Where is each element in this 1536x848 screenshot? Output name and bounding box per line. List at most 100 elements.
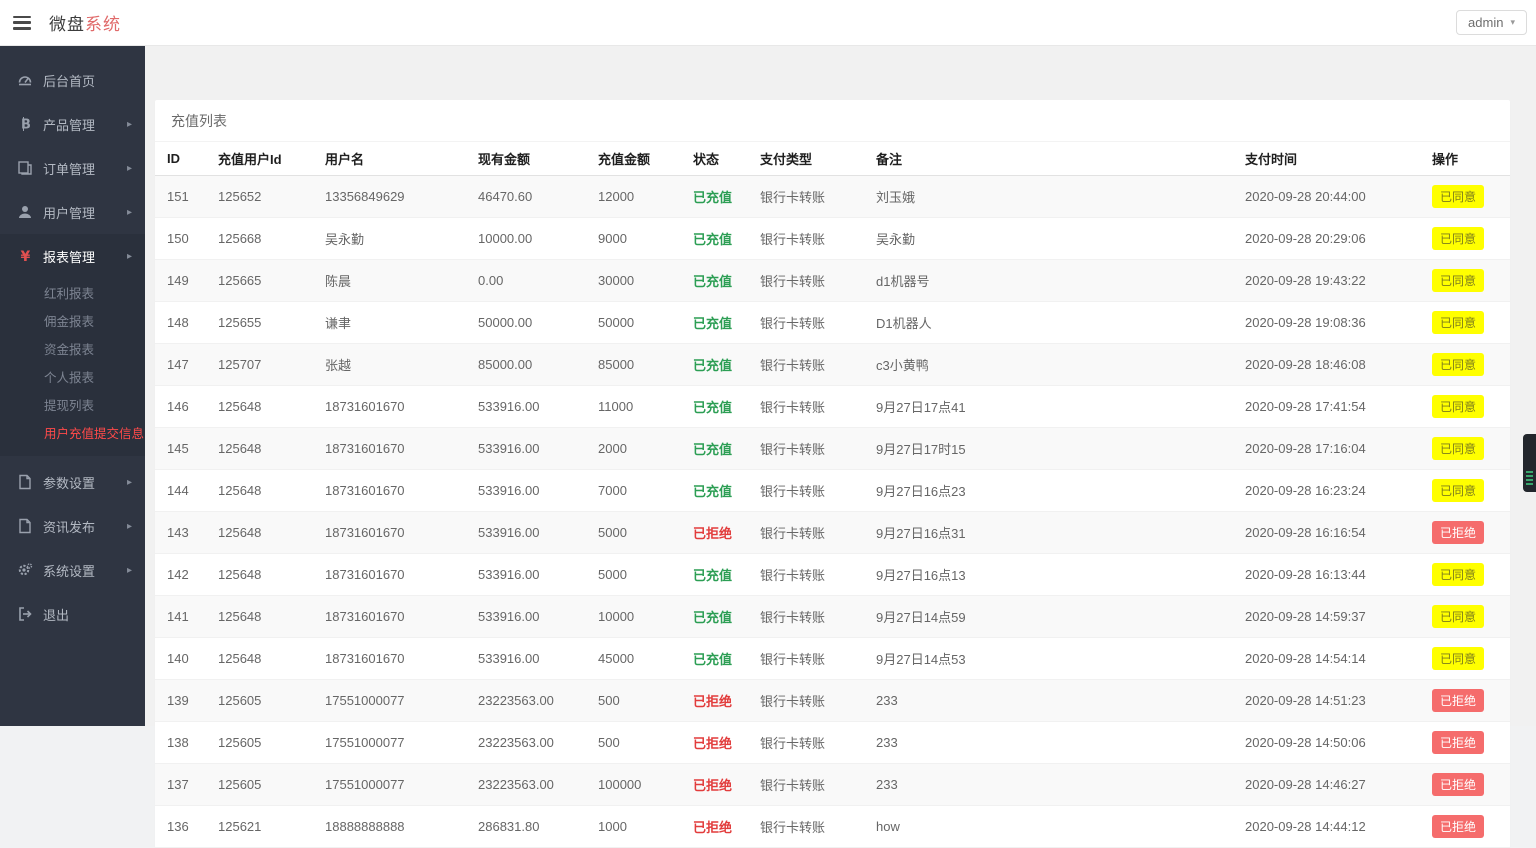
cell-action: 已同意 <box>1420 428 1510 470</box>
cell-amount: 5000 <box>586 554 681 596</box>
recharge-card: 充值列表 ID充值用户Id用户名现有金额充值金额状态支付类型备注支付时间操作 1… <box>155 100 1510 848</box>
sidebar-item-logout[interactable]: 退出 <box>0 592 145 636</box>
cell-pay_time: 2020-09-28 16:13:44 <box>1233 554 1420 596</box>
cell-pay_type: 银行卡转账 <box>748 260 864 302</box>
action-button[interactable]: 已同意 <box>1432 269 1484 292</box>
status-badge: 已充值 <box>693 652 732 667</box>
cell-pay_time: 2020-09-28 20:44:00 <box>1233 176 1420 218</box>
action-button[interactable]: 已拒绝 <box>1432 731 1484 754</box>
sidebar-item-reports[interactable]: ¥报表管理▸ <box>0 234 145 278</box>
sidebar-group-reports: ¥报表管理▸红利报表佣金报表资金报表个人报表提现列表用户充值提交信息 <box>0 234 145 456</box>
status-badge: 已拒绝 <box>693 736 732 751</box>
cell-user_id: 125665 <box>206 260 313 302</box>
cell-pay_time: 2020-09-28 14:54:14 <box>1233 638 1420 680</box>
cell-remark: 9月27日16点13 <box>864 554 1233 596</box>
cell-status: 已充值 <box>681 344 748 386</box>
sidebar-item-users[interactable]: 用户管理▸ <box>0 190 145 234</box>
cell-status: 已充值 <box>681 428 748 470</box>
cell-balance: 533916.00 <box>466 554 586 596</box>
submenu-item-user-recharge-info[interactable]: 用户充值提交信息 <box>0 418 145 446</box>
cell-remark: D1机器人 <box>864 302 1233 344</box>
cell-username: 18731601670 <box>313 512 466 554</box>
column-header-amount: 充值金额 <box>586 142 681 176</box>
cell-amount: 10000 <box>586 596 681 638</box>
action-button[interactable]: 已拒绝 <box>1432 689 1484 712</box>
submenu-item-commission-report[interactable]: 佣金报表 <box>0 306 145 334</box>
sidebar-item-params[interactable]: 参数设置▸ <box>0 460 145 504</box>
cell-pay_type: 银行卡转账 <box>748 596 864 638</box>
cell-pay_time: 2020-09-28 17:16:04 <box>1233 428 1420 470</box>
cell-remark: how <box>864 806 1233 848</box>
floating-side-widget[interactable] <box>1523 434 1536 492</box>
sidebar-item-orders[interactable]: 订单管理▸ <box>0 146 145 190</box>
column-header-pay_type: 支付类型 <box>748 142 864 176</box>
chevron-right-icon: ▸ <box>127 521 132 532</box>
caret-down-icon: ▾ <box>1510 17 1515 28</box>
user-dropdown[interactable]: admin ▾ <box>1456 10 1527 35</box>
cell-pay_type: 银行卡转账 <box>748 218 864 260</box>
action-button[interactable]: 已拒绝 <box>1432 521 1484 544</box>
cell-pay_type: 银行卡转账 <box>748 722 864 764</box>
submenu-item-withdraw-list[interactable]: 提现列表 <box>0 390 145 418</box>
cell-amount: 100000 <box>586 764 681 806</box>
menu-toggle-icon[interactable] <box>13 16 31 30</box>
cell-action: 已同意 <box>1420 638 1510 680</box>
table-row: 14112564818731601670533916.0010000已充值银行卡… <box>155 596 1510 638</box>
submenu-item-bonus-report[interactable]: 红利报表 <box>0 278 145 306</box>
table-row: 14312564818731601670533916.005000已拒绝银行卡转… <box>155 512 1510 554</box>
cell-pay_time: 2020-09-28 19:43:22 <box>1233 260 1420 302</box>
action-button[interactable]: 已同意 <box>1432 395 1484 418</box>
action-button[interactable]: 已同意 <box>1432 479 1484 502</box>
cell-status: 已充值 <box>681 470 748 512</box>
cell-pay_time: 2020-09-28 17:41:54 <box>1233 386 1420 428</box>
column-header-action: 操作 <box>1420 142 1510 176</box>
cell-user_id: 125648 <box>206 428 313 470</box>
cell-username: 张越 <box>313 344 466 386</box>
table-row: 150125668吴永勤10000.009000已充值银行卡转账吴永勤2020-… <box>155 218 1510 260</box>
submenu-item-funds-report[interactable]: 资金报表 <box>0 334 145 362</box>
cell-id: 144 <box>155 470 206 512</box>
cell-status: 已充值 <box>681 638 748 680</box>
action-button[interactable]: 已同意 <box>1432 437 1484 460</box>
cell-id: 148 <box>155 302 206 344</box>
cell-id: 136 <box>155 806 206 848</box>
cell-balance: 46470.60 <box>466 176 586 218</box>
action-button[interactable]: 已同意 <box>1432 353 1484 376</box>
cell-pay_time: 2020-09-28 14:46:27 <box>1233 764 1420 806</box>
cell-amount: 2000 <box>586 428 681 470</box>
user-icon <box>17 204 33 220</box>
action-button[interactable]: 已同意 <box>1432 227 1484 250</box>
status-badge: 已拒绝 <box>693 694 732 709</box>
sidebar-item-dashboard[interactable]: 后台首页 <box>0 58 145 102</box>
action-button[interactable]: 已同意 <box>1432 647 1484 670</box>
cell-user_id: 125655 <box>206 302 313 344</box>
chevron-right-icon: ▸ <box>127 565 132 576</box>
cell-id: 142 <box>155 554 206 596</box>
status-badge: 已充值 <box>693 274 732 289</box>
cell-action: 已拒绝 <box>1420 680 1510 722</box>
action-button[interactable]: 已同意 <box>1432 563 1484 586</box>
action-button[interactable]: 已同意 <box>1432 311 1484 334</box>
sidebar-item-products[interactable]: B产品管理▸ <box>0 102 145 146</box>
action-button[interactable]: 已同意 <box>1432 605 1484 628</box>
cell-username: 18731601670 <box>313 428 466 470</box>
cell-action: 已同意 <box>1420 596 1510 638</box>
action-button[interactable]: 已拒绝 <box>1432 773 1484 796</box>
table-row: 14612564818731601670533916.0011000已充值银行卡… <box>155 386 1510 428</box>
column-header-remark: 备注 <box>864 142 1233 176</box>
cell-username: 18731601670 <box>313 386 466 428</box>
table-row: 148125655谦聿50000.0050000已充值银行卡转账D1机器人202… <box>155 302 1510 344</box>
submenu-item-personal-report[interactable]: 个人报表 <box>0 362 145 390</box>
cell-remark: 9月27日14点59 <box>864 596 1233 638</box>
action-button[interactable]: 已拒绝 <box>1432 815 1484 838</box>
cell-balance: 533916.00 <box>466 512 586 554</box>
cell-balance: 50000.00 <box>466 302 586 344</box>
action-button[interactable]: 已同意 <box>1432 185 1484 208</box>
cell-username: 18731601670 <box>313 638 466 680</box>
sidebar-item-settings[interactable]: 系统设置 ▸ <box>0 548 145 592</box>
sidebar-item-news[interactable]: 资讯发布▸ <box>0 504 145 548</box>
cell-user_id: 125648 <box>206 638 313 680</box>
sidebar-item-label: 系统设置 <box>43 561 95 580</box>
cell-username: 18731601670 <box>313 470 466 512</box>
cell-user_id: 125707 <box>206 344 313 386</box>
